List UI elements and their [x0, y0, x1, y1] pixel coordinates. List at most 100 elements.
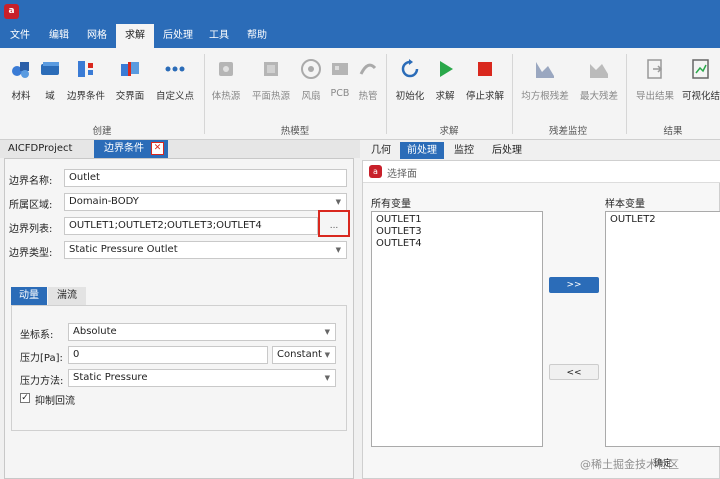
- menu-edit[interactable]: 编辑: [42, 24, 76, 48]
- boundary-list-label: 边界列表:: [9, 224, 53, 235]
- heat-pipe-label: 热管: [358, 91, 378, 102]
- tab-monitor[interactable]: 监控: [446, 142, 482, 159]
- plane-heat-source-button[interactable]: 平面热源: [248, 58, 294, 118]
- material-button[interactable]: 材料: [6, 58, 36, 118]
- pressure-input[interactable]: 0: [68, 346, 268, 364]
- group-result-label: 结果: [663, 126, 683, 137]
- custom-point-icon: [165, 66, 185, 72]
- region-select[interactable]: Domain-BODY ▼: [64, 193, 347, 211]
- coordinate-select[interactable]: Absolute ▼: [68, 323, 336, 341]
- boundary-name-input[interactable]: Outlet: [64, 169, 347, 187]
- domain-button[interactable]: 域: [36, 58, 64, 118]
- watermark: @稀土掘金技术社区: [580, 458, 679, 471]
- fan-label: 风扇: [301, 91, 321, 102]
- heat-pipe-icon: [359, 63, 377, 75]
- solve-button[interactable]: 求解: [430, 58, 460, 118]
- pressure-method-select[interactable]: Static Pressure ▼: [68, 369, 336, 387]
- sample-variables-list[interactable]: OUTLET2: [605, 211, 720, 447]
- chevron-down-icon: ▼: [324, 328, 330, 336]
- pcb-button[interactable]: PCB: [326, 58, 354, 118]
- fan-button[interactable]: 风扇: [296, 58, 326, 118]
- app-logo: a: [4, 4, 19, 19]
- plane-heat-source-label: 平面热源: [251, 91, 290, 102]
- domain-icon: [41, 62, 59, 75]
- boundary-list-input[interactable]: OUTLET1;OUTLET2;OUTLET3;OUTLET4: [64, 217, 318, 235]
- tab-turbulence[interactable]: 湍流: [48, 287, 86, 305]
- dialog-title: 选择面: [387, 169, 417, 180]
- boundary-type-select[interactable]: Static Pressure Outlet ▼: [64, 241, 347, 259]
- tab-postprocess[interactable]: 后处理: [484, 142, 530, 159]
- region-value: Domain-BODY: [69, 196, 139, 207]
- ribbon-separator: [386, 54, 387, 134]
- volume-heat-source-icon: [219, 62, 233, 76]
- export-result-button[interactable]: 导出结果: [632, 58, 678, 118]
- boundary-name-label: 边界名称:: [9, 176, 53, 187]
- list-item[interactable]: OUTLET4: [376, 238, 538, 250]
- visualization-label: 可视化结: [682, 91, 720, 102]
- initialize-label: 初始化: [395, 91, 425, 102]
- domain-label: 域: [45, 91, 55, 102]
- custom-point-button[interactable]: 自定义点: [152, 58, 198, 118]
- menu-file[interactable]: 文件: [4, 24, 36, 48]
- play-icon: [440, 61, 453, 77]
- region-label: 所属区域:: [9, 200, 53, 211]
- list-item[interactable]: OUTLET2: [610, 214, 716, 226]
- pcb-label: PCB: [330, 88, 350, 99]
- pressure-mode-value: Constant: [277, 349, 322, 360]
- all-variables-list[interactable]: OUTLET1 OUTLET3 OUTLET4: [371, 211, 543, 447]
- dialog-title-bar: a 选择面: [363, 161, 720, 183]
- select-face-dialog: a 选择面 所有变量 OUTLET1 OUTLET3 OUTLET4 >> <<…: [362, 160, 720, 479]
- refresh-icon: [401, 59, 419, 78]
- sample-variables-label: 样本变量: [605, 199, 645, 210]
- tab-project[interactable]: AICFDProject: [8, 140, 88, 158]
- menu-solve[interactable]: 求解: [116, 24, 154, 48]
- group-heat-label: 热模型: [280, 126, 310, 137]
- close-icon[interactable]: ✕: [151, 142, 164, 155]
- tab-boundary-condition[interactable]: 边界条件 ✕: [94, 140, 168, 158]
- heat-pipe-button[interactable]: 热管: [354, 58, 382, 118]
- tab-momentum[interactable]: 动量: [11, 287, 47, 305]
- menu-help[interactable]: 帮助: [240, 24, 274, 48]
- chevron-down-icon: ▼: [324, 374, 330, 382]
- backflow-label: 抑制回流: [35, 396, 75, 407]
- pcb-icon: [332, 63, 348, 75]
- boundary-list-browse-button[interactable]: ...: [318, 210, 350, 237]
- tab-preprocess[interactable]: 前处理: [400, 142, 444, 159]
- all-variables-label: 所有变量: [371, 199, 411, 210]
- max-residual-button[interactable]: 最大残差: [576, 58, 622, 118]
- visualization-button[interactable]: 可视化结: [682, 58, 720, 118]
- remove-button[interactable]: <<: [549, 364, 599, 380]
- coordinate-value: Absolute: [73, 326, 117, 337]
- list-item[interactable]: OUTLET3: [376, 226, 538, 238]
- group-residual-label: 残差监控: [548, 126, 587, 137]
- add-button[interactable]: >>: [549, 277, 599, 293]
- chevron-down-icon: ▼: [335, 198, 341, 206]
- menu-tools[interactable]: 工具: [202, 24, 236, 48]
- dialog-logo: a: [369, 165, 382, 178]
- initialize-button[interactable]: 初始化: [392, 58, 428, 118]
- stop-icon: [478, 62, 492, 76]
- plane-heat-source-icon: [264, 62, 278, 76]
- backflow-checkbox[interactable]: ✓: [20, 393, 30, 403]
- menu-postprocess[interactable]: 后处理: [158, 24, 198, 48]
- boundary-condition-button[interactable]: 边界条件: [64, 58, 108, 118]
- chevron-down-icon: ▼: [335, 246, 341, 254]
- tab-geometry[interactable]: 几何: [364, 142, 398, 159]
- menu-mesh[interactable]: 网格: [80, 24, 114, 48]
- export-icon: [647, 59, 663, 79]
- fan-icon: [301, 59, 321, 79]
- group-create-label: 创建: [92, 126, 112, 137]
- volume-heat-source-button[interactable]: 体热源: [208, 58, 244, 118]
- interface-button[interactable]: 交界面: [112, 58, 148, 118]
- max-chart-icon: [590, 64, 608, 78]
- max-residual-label: 最大残差: [579, 91, 618, 102]
- menu-bar: 文件 编辑 网格 求解 后处理 工具 帮助: [0, 24, 720, 48]
- custom-point-label: 自定义点: [155, 91, 194, 102]
- pressure-method-label: 压力方法:: [20, 376, 64, 387]
- boundary-condition-icon: [78, 61, 93, 77]
- stop-solve-button[interactable]: 停止求解: [462, 58, 508, 118]
- chevron-down-icon: ▼: [324, 351, 330, 359]
- list-item[interactable]: OUTLET1: [376, 214, 538, 226]
- pressure-mode-select[interactable]: Constant ▼: [272, 346, 336, 364]
- rms-residual-button[interactable]: 均方根残差: [516, 58, 574, 118]
